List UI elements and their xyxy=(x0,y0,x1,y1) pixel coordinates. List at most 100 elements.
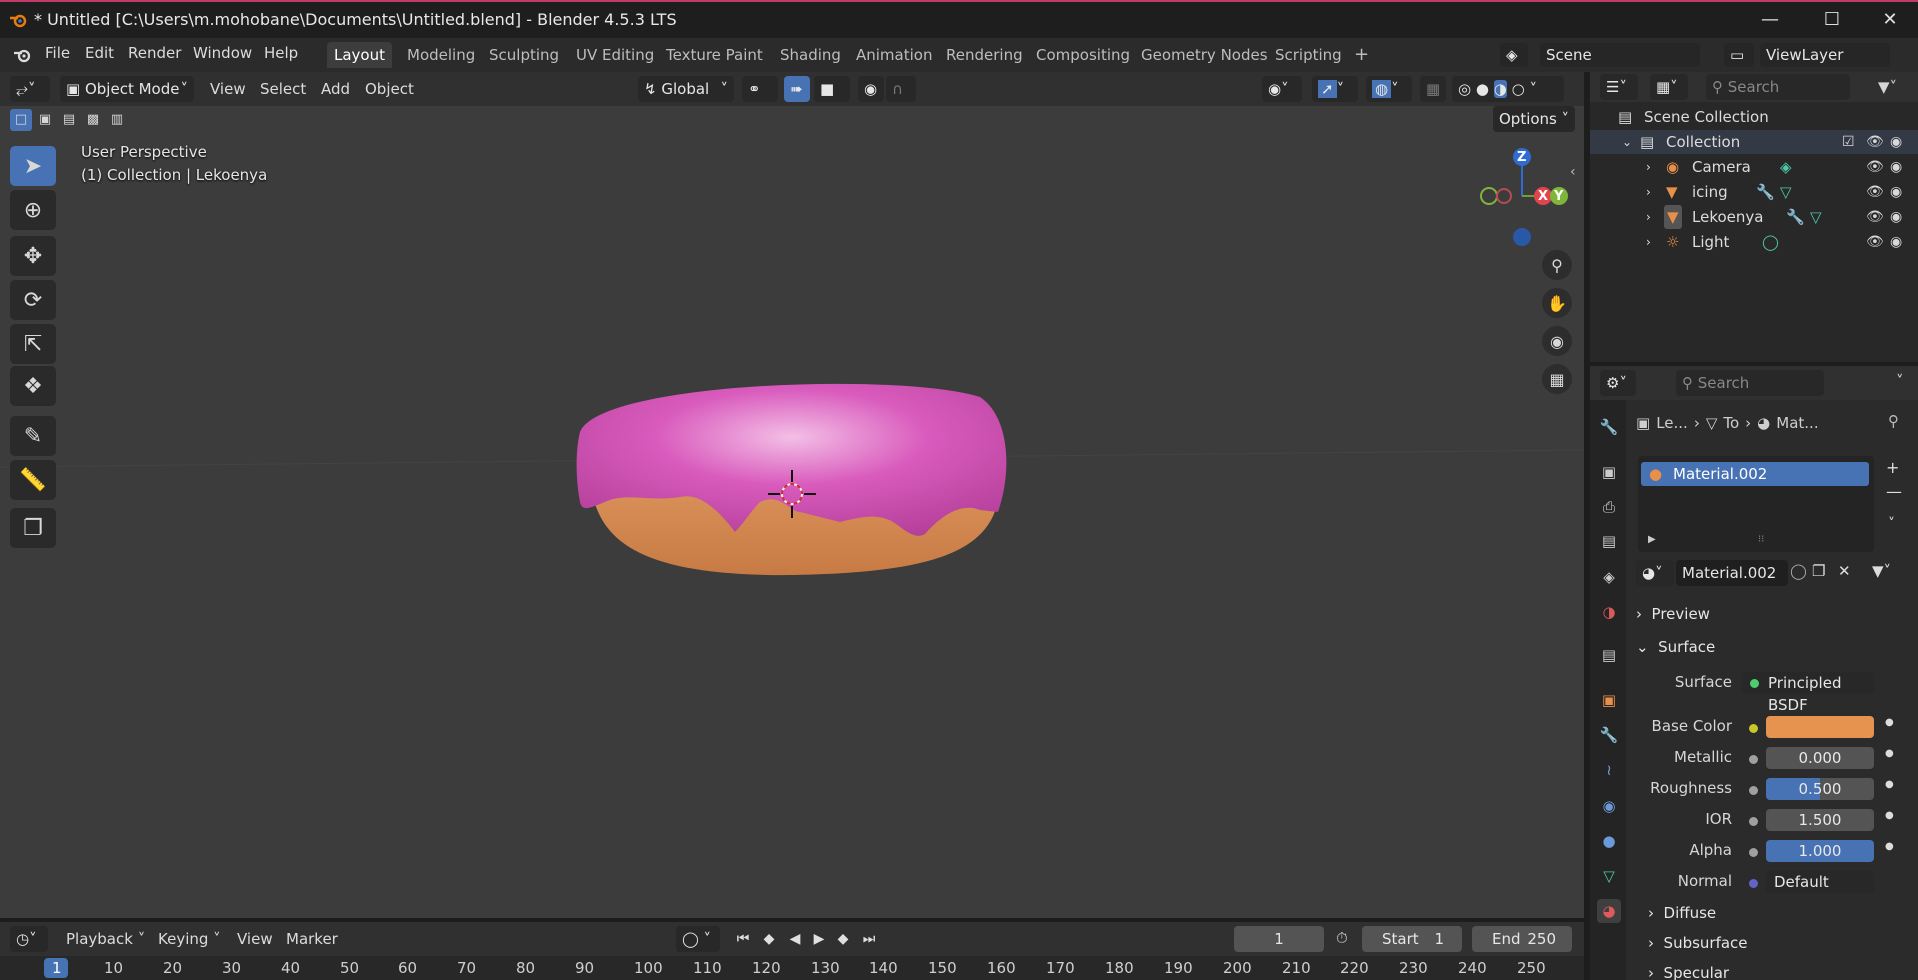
visibility-icon[interactable]: ◉˅ xyxy=(1262,76,1302,102)
slot-menu-chevron-icon[interactable]: ˅ xyxy=(1888,516,1895,532)
solid-shading-icon[interactable]: ● xyxy=(1476,80,1489,98)
viewport-menu-select[interactable]: Select xyxy=(260,80,306,98)
chevron-down-icon[interactable]: ˅ xyxy=(1896,372,1904,390)
socket-icon[interactable] xyxy=(1749,786,1758,795)
camera-render-icon[interactable]: ◉ xyxy=(1890,230,1902,254)
tool-tab-icon[interactable]: 🔧 xyxy=(1597,415,1621,439)
minimize-icon[interactable]: — xyxy=(1750,6,1790,34)
base-color-swatch[interactable] xyxy=(1766,716,1874,738)
jump-end-icon[interactable]: ⏭ xyxy=(858,928,880,950)
tab-animation[interactable]: Animation xyxy=(849,42,939,68)
properties-search-input[interactable]: ⚲ Search xyxy=(1676,370,1824,396)
pan-hand-icon[interactable]: ✋ xyxy=(1542,288,1572,318)
outliner-item-camera[interactable]: › ◉ Camera ◈ 👁 ◉ xyxy=(1590,155,1918,179)
view-layer-field[interactable]: ViewLayer xyxy=(1760,43,1890,67)
chevron-down-icon[interactable]: ⌄ xyxy=(1622,130,1632,154)
camera-render-icon[interactable]: ◉ xyxy=(1890,155,1902,179)
remove-slot-icon[interactable]: — xyxy=(1886,482,1902,501)
select-subtract-icon[interactable]: ▤ xyxy=(58,109,80,131)
viewport-menu-add[interactable]: Add xyxy=(321,80,350,98)
tab-texture-paint[interactable]: Texture Paint xyxy=(659,42,770,68)
wireframe-shading-icon[interactable]: ◎ xyxy=(1458,80,1471,98)
camera-view-icon[interactable]: ◉ xyxy=(1542,326,1572,356)
keyframe-dot-icon[interactable]: ● xyxy=(1885,841,1894,852)
outliner-item-lekoenya[interactable]: › ▼ Lekoenya 🔧 ▽ 👁 ◉ xyxy=(1590,205,1918,229)
view-layer-tab-icon[interactable]: ▤ xyxy=(1597,529,1621,553)
render-tab-icon[interactable]: ▣ xyxy=(1597,460,1621,484)
snap-toggle-icon[interactable]: ➠ xyxy=(784,76,810,102)
mode-dropdown[interactable]: ▣ Object Mode ˅ xyxy=(60,76,194,102)
camera-render-icon[interactable]: ◉ xyxy=(1890,205,1902,229)
resize-handle-icon[interactable]: ⁝⁝ xyxy=(1758,534,1764,545)
specular-panel-header[interactable]: › Specular xyxy=(1648,959,1918,980)
transform-tool-icon[interactable]: ❖ xyxy=(10,366,56,406)
orientation-dropdown[interactable]: ↯ Global ˅ xyxy=(638,76,734,102)
scene-field[interactable]: Scene xyxy=(1540,43,1700,67)
perspective-grid-icon[interactable]: ▦ xyxy=(1542,364,1572,394)
play-reverse-icon[interactable]: ◀ xyxy=(784,928,806,950)
stopwatch-icon[interactable]: ⏱ xyxy=(1336,929,1348,947)
select-new-icon[interactable]: □ xyxy=(10,109,32,131)
proportional-edit-icon[interactable]: ◉ xyxy=(858,76,884,102)
timeline-menu-marker[interactable]: Marker xyxy=(286,930,338,948)
timeline-menu-view[interactable]: View xyxy=(237,930,273,948)
gizmo-x-label[interactable]: X xyxy=(1538,189,1548,204)
add-cube-tool-icon[interactable]: ❐ xyxy=(10,508,56,548)
next-keyframe-icon[interactable]: ◆ xyxy=(832,928,854,950)
tab-modeling[interactable]: Modeling xyxy=(400,42,482,68)
keyframe-dot-icon[interactable]: ● xyxy=(1885,779,1894,790)
eye-icon[interactable]: 👁 xyxy=(1866,205,1884,229)
surface-panel-header[interactable]: ⌄ Surface xyxy=(1636,633,1906,661)
object-tab-icon[interactable]: ▣ xyxy=(1597,688,1621,712)
scale-tool-icon[interactable]: ⇱ xyxy=(10,324,56,364)
tab-shading[interactable]: Shading xyxy=(773,42,848,68)
gizmo-z-label[interactable]: Z xyxy=(1517,150,1526,165)
alpha-field[interactable]: 1.000 xyxy=(1766,840,1874,862)
zoom-icon[interactable]: ⚲ xyxy=(1542,250,1572,280)
select-invert-icon[interactable]: ▩ xyxy=(82,109,104,131)
normal-field[interactable]: Default xyxy=(1766,871,1874,893)
chevron-right-icon[interactable]: › xyxy=(1646,180,1651,204)
gizmo-toggle-icon[interactable]: ➚ ˅ xyxy=(1312,76,1358,102)
select-extend-icon[interactable]: ▣ xyxy=(34,109,56,131)
falloff-icon[interactable]: ∩ xyxy=(886,76,916,102)
properties-editor-type-icon[interactable]: ⚙˅ xyxy=(1600,370,1636,396)
socket-icon[interactable] xyxy=(1749,817,1758,826)
expand-triangle-icon[interactable]: ▶ xyxy=(1648,534,1656,545)
snap-target-icon[interactable]: ■ xyxy=(814,76,850,102)
outliner-item-icing[interactable]: › ▼ icing 🔧 ▽ 👁 ◉ xyxy=(1590,180,1918,204)
current-frame-field[interactable]: 1 xyxy=(1234,926,1324,952)
eye-icon[interactable]: 👁 xyxy=(1866,130,1884,154)
timeline-editor-type-icon[interactable]: ◷˅ xyxy=(10,926,48,952)
collection-tab-icon[interactable]: ▤ xyxy=(1597,643,1621,667)
gizmo-y-label[interactable]: Y xyxy=(1554,189,1563,204)
keyframe-dot-icon[interactable]: ● xyxy=(1885,748,1894,759)
add-slot-icon[interactable]: + xyxy=(1886,458,1899,477)
outliner-editor-type-icon[interactable]: ☰˅ xyxy=(1600,74,1638,100)
material-shading-icon[interactable]: ◑ xyxy=(1493,80,1507,98)
socket-icon[interactable] xyxy=(1749,848,1758,857)
scene-collection-row[interactable]: ▤ Scene Collection xyxy=(1590,105,1918,129)
jump-start-icon[interactable]: ⏮ xyxy=(732,928,754,950)
keyframe-dot-icon[interactable]: ● xyxy=(1885,717,1894,728)
add-workspace-icon[interactable]: + xyxy=(1347,42,1376,68)
auto-keying-icon[interactable]: ◯ ˅ xyxy=(676,926,720,952)
measure-tool-icon[interactable]: 📏 xyxy=(10,460,56,500)
collection-row[interactable]: ⌄ ▤ Collection ☑ 👁 ◉ xyxy=(1590,130,1918,154)
tab-geometry-nodes[interactable]: Geometry Nodes xyxy=(1134,42,1275,68)
camera-render-icon[interactable]: ◉ xyxy=(1890,130,1902,154)
tab-compositing[interactable]: Compositing xyxy=(1029,42,1137,68)
scene-tab-icon[interactable]: ◈ xyxy=(1597,565,1621,589)
select-intersect-icon[interactable]: ▥ xyxy=(106,109,128,131)
unlink-icon[interactable]: ✕ xyxy=(1838,562,1851,580)
timeline-menu-playback[interactable]: Playback ˅ xyxy=(66,930,145,948)
xray-icon[interactable]: ▦ xyxy=(1420,76,1446,102)
move-tool-icon[interactable]: ✥ xyxy=(10,236,56,276)
rendered-shading-icon[interactable]: ○ xyxy=(1512,80,1525,98)
world-tab-icon[interactable]: ◑ xyxy=(1597,600,1621,624)
select-box-tool-icon[interactable]: ➤ xyxy=(10,146,56,186)
material-slot-item[interactable]: ● Material.002 xyxy=(1641,462,1869,486)
menu-edit[interactable]: Edit xyxy=(85,44,114,62)
play-icon[interactable]: ▶ xyxy=(808,928,830,950)
eye-icon[interactable]: 👁 xyxy=(1866,155,1884,179)
